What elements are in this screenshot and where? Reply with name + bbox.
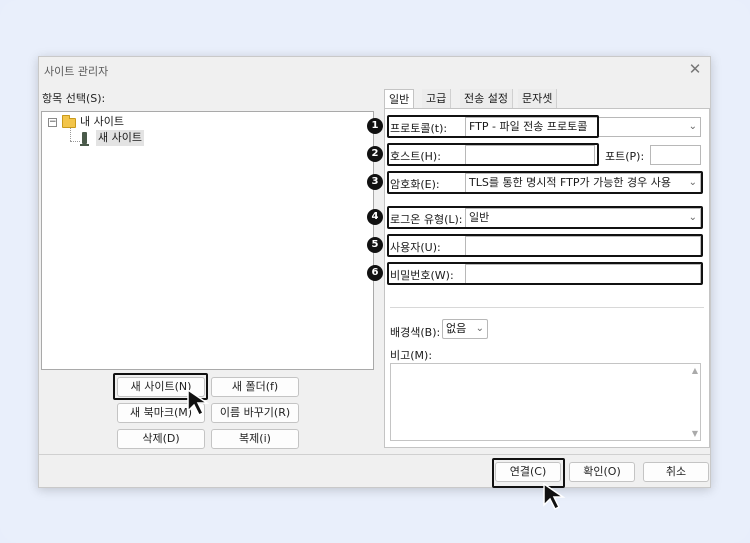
tree-child-label: 새 사이트	[96, 130, 144, 146]
dialog-title: 사이트 관리자	[44, 65, 109, 78]
background-color-value: 없음	[446, 322, 467, 335]
user-highlight	[387, 234, 703, 257]
chevron-down-icon: ⌄	[475, 323, 484, 334]
encryption-highlight	[387, 171, 703, 194]
general-settings-panel: 1 프로토콜(t): FTP - 파일 전송 프로토콜 ⌄ 2 호스트(H): …	[367, 108, 710, 448]
collapse-toggle[interactable]: −	[48, 118, 57, 127]
password-highlight	[387, 262, 703, 285]
rename-button[interactable]: 이름 바꾸기(R)	[211, 403, 299, 423]
computer-icon	[80, 132, 89, 146]
notes-label: 비고(M):	[390, 349, 433, 362]
port-input[interactable]	[650, 145, 701, 165]
title-bar: 사이트 관리자 ✕	[39, 57, 710, 83]
notes-textarea[interactable]: ▲ ▼	[390, 363, 701, 441]
step-badge-1: 1	[367, 118, 383, 134]
folder-icon	[62, 115, 76, 128]
step-badge-6: 6	[367, 265, 383, 281]
background-color-label: 배경색(B):	[390, 326, 441, 339]
port-label: 포트(P):	[605, 150, 645, 163]
chevron-down-icon: ⌄	[688, 121, 697, 132]
step-badge-3: 3	[367, 174, 383, 190]
tab-transfer-settings[interactable]: 전송 설정	[460, 89, 513, 109]
tree-root-label: 내 사이트	[80, 115, 124, 128]
footer-divider	[39, 454, 710, 455]
scroll-down-icon[interactable]: ▼	[692, 429, 698, 438]
site-tree[interactable]: − 내 사이트 새 사이트	[41, 111, 374, 370]
protocol-highlight	[387, 115, 599, 138]
tab-general[interactable]: 일반	[384, 89, 415, 109]
select-entry-label: 항목 선택(S):	[42, 92, 106, 105]
ok-button[interactable]: 확인(O)	[569, 462, 635, 482]
scroll-up-icon[interactable]: ▲	[692, 366, 698, 375]
host-highlight	[387, 143, 599, 166]
duplicate-button[interactable]: 복제(i)	[211, 429, 299, 449]
tab-charset[interactable]: 문자셋	[518, 89, 558, 109]
delete-button[interactable]: 삭제(D)	[117, 429, 205, 449]
tab-advanced[interactable]: 고급	[422, 89, 452, 109]
close-icon[interactable]: ✕	[686, 60, 704, 78]
background-color-select[interactable]: 없음 ⌄	[442, 319, 488, 339]
site-manager-dialog: 사이트 관리자 ✕ 항목 선택(S): − 내 사이트 새 사이트 새 사이트(…	[38, 56, 711, 488]
tree-connector-h	[70, 141, 80, 142]
tree-connector	[70, 128, 71, 141]
step-badge-5: 5	[367, 237, 383, 253]
cancel-button[interactable]: 취소	[643, 462, 709, 482]
section-divider	[390, 307, 704, 308]
logon-type-highlight	[387, 206, 703, 229]
new-folder-button[interactable]: 새 폴더(f)	[211, 377, 299, 397]
step-badge-4: 4	[367, 209, 383, 225]
step-badge-2: 2	[367, 146, 383, 162]
